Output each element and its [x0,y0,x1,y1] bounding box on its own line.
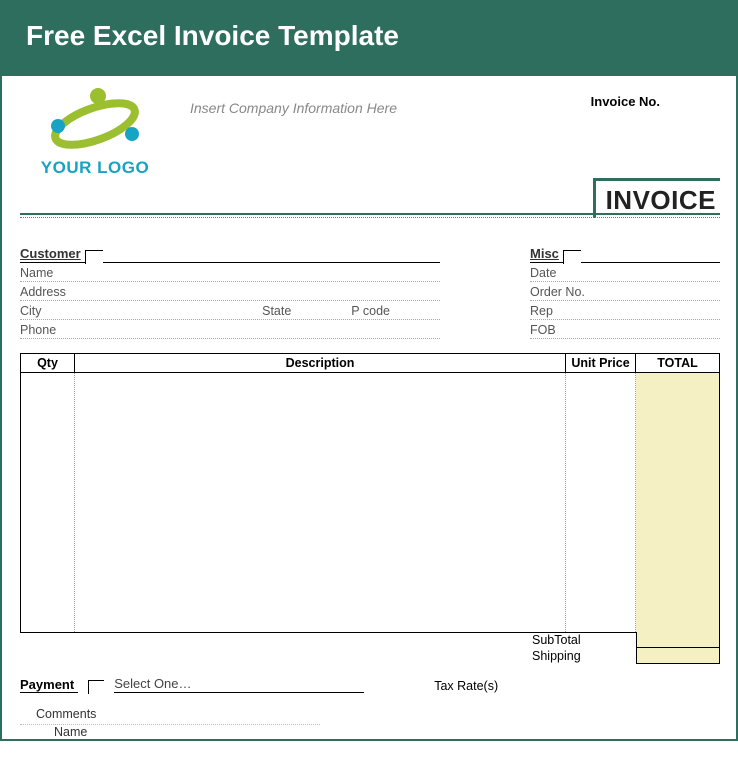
col-qty: Qty [21,354,75,373]
misc-heading: Misc [530,246,563,263]
shipping-field[interactable] [636,648,720,664]
comments-heading: Comments [20,707,720,721]
customer-city-field[interactable] [88,304,252,318]
misc-box: Misc Date Order No. Rep FOB [530,246,720,339]
invoice-number-label: Invoice No. [591,94,720,109]
customer-address-field[interactable] [88,285,440,299]
banner-title: Free Excel Invoice Template [26,20,399,51]
comments-section: Comments Name [20,707,720,739]
tax-rates-label: Tax Rate(s) [434,679,498,693]
col-total: TOTAL [636,354,720,373]
logo: YOUR LOGO [20,86,170,178]
customer-state-field[interactable] [301,304,341,318]
customer-name-label: Name [20,266,78,280]
table-row[interactable] [21,373,720,633]
comments-name-label: Name [20,724,320,739]
line-items-table: Qty Description Unit Price TOTAL [20,353,720,633]
company-info-placeholder[interactable]: Insert Company Information Here [190,100,397,116]
misc-order-label: Order No. [530,285,588,299]
document-frame: Free Excel Invoice Template YOUR LOGO In… [0,0,738,741]
col-unit: Unit Price [566,354,636,373]
misc-date-label: Date [530,266,588,280]
misc-fob-label: FOB [530,323,588,337]
customer-phone-label: Phone [20,323,78,337]
customer-pcode-field[interactable] [400,304,440,318]
customer-city-label: City [20,304,78,318]
shipping-label: Shipping [530,648,636,664]
payment-select[interactable]: Select One… [114,676,364,693]
invoice-title: INVOICE [593,178,720,218]
customer-address-label: Address [20,285,78,299]
misc-date-field[interactable] [598,266,720,280]
misc-rep-label: Rep [530,304,588,318]
subtotal-field[interactable] [636,632,720,648]
subtotal-label: SubTotal [530,632,636,648]
customer-state-label: State [262,304,291,318]
misc-rep-field[interactable] [598,304,720,318]
banner: Free Excel Invoice Template [2,2,736,76]
customer-box: Customer Name Address City State P code … [20,246,440,339]
customer-pcode-label: P code [351,304,390,318]
customer-name-field[interactable] [88,266,440,280]
customer-phone-field[interactable] [88,323,440,337]
misc-fob-field[interactable] [598,323,720,337]
customer-heading: Customer [20,246,85,263]
logo-icon [40,86,150,156]
invoice-sheet: YOUR LOGO Insert Company Information Her… [2,76,736,739]
misc-order-field[interactable] [598,285,720,299]
col-desc: Description [75,354,566,373]
title-divider: INVOICE [20,178,720,218]
logo-caption: YOUR LOGO [20,158,170,178]
payment-heading: Payment [20,677,78,693]
